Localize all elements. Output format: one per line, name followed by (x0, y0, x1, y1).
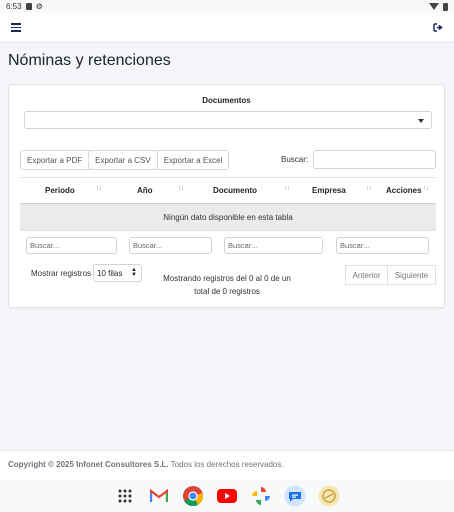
export-excel-button[interactable]: Exportar a Excel (156, 150, 230, 170)
gmail-icon[interactable] (148, 485, 170, 507)
documents-select[interactable] (24, 111, 432, 129)
copyright-text: Copyright © 2025 Infonet Consultores S.L… (8, 460, 169, 469)
youtube-icon[interactable] (216, 485, 238, 507)
wifi-icon (429, 3, 439, 10)
column-header-documento[interactable]: Documento (213, 186, 257, 195)
sort-icon[interactable]: ↑↓ (284, 185, 290, 192)
notification-icon (25, 3, 32, 10)
filter-documento-input[interactable]: Buscar... (224, 237, 323, 254)
column-header-acciones[interactable]: Acciones (386, 186, 422, 195)
sort-icon[interactable]: ↑↓ (96, 185, 102, 192)
search-input[interactable] (313, 150, 436, 169)
clock: 6:53 (6, 2, 22, 11)
chrome-icon[interactable] (182, 485, 204, 507)
messages-icon[interactable] (284, 485, 306, 507)
android-dock (0, 480, 454, 512)
show-rows-label: Mostrar registros (31, 269, 92, 278)
footer: Copyright © 2025 Infonet Consultores S.L… (0, 450, 454, 480)
dropdown-caret-icon (418, 119, 424, 123)
page-title: Nóminas y retenciones (8, 52, 171, 69)
rows-per-page-select[interactable]: 10 filas ▲ ▼ (93, 264, 142, 282)
menu-icon[interactable] (11, 23, 21, 32)
export-csv-button[interactable]: Exportar a CSV (88, 150, 158, 170)
settings-status-icon: ⚙ (35, 2, 43, 11)
sort-icon[interactable]: ↑↓ (423, 185, 429, 192)
export-button-group: Exportar a PDF Exportar a CSV Exportar a… (20, 150, 230, 170)
top-navbar (0, 13, 454, 43)
battery-icon (443, 2, 448, 11)
search-label: Buscar: (281, 155, 309, 164)
content-card: Documentos Exportar a PDF Exportar a CSV… (8, 84, 445, 308)
filter-periodo-input[interactable]: Buscar... (26, 237, 117, 254)
rights-text: Todos los derechos reservados. (170, 460, 284, 469)
column-header-empresa[interactable]: Empresa (312, 186, 346, 195)
select-arrows-icon: ▲ ▼ (131, 267, 137, 278)
filter-ano-input[interactable]: Buscar... (129, 237, 212, 254)
apps-grid-icon[interactable] (114, 485, 136, 507)
photos-icon[interactable] (250, 485, 272, 507)
logout-icon[interactable] (433, 19, 443, 37)
sort-icon[interactable]: ↑↓ (366, 185, 372, 192)
next-page-button[interactable]: Siguiente (387, 265, 436, 285)
export-pdf-button[interactable]: Exportar a PDF (20, 150, 90, 170)
sort-icon[interactable]: ↑↓ (178, 185, 184, 192)
column-header-ano[interactable]: Año (137, 186, 153, 195)
filter-empresa-input[interactable]: Buscar... (336, 237, 429, 254)
documents-label: Documentos (202, 96, 251, 105)
empty-table-message: Ningún dato disponible en esta tabla (20, 204, 436, 231)
pagination: Anterior Siguiente (345, 265, 436, 285)
records-info: Mostrando registros del 0 al 0 de un tot… (163, 274, 291, 296)
column-header-periodo[interactable]: Periodo (45, 186, 75, 195)
table-header: Periodo ↑↓ Año ↑↓ Documento ↑↓ Empresa ↑… (20, 177, 436, 204)
rows-per-page-value: 10 filas (97, 268, 123, 278)
app-icon[interactable] (318, 485, 340, 507)
previous-page-button[interactable]: Anterior (345, 265, 388, 285)
status-bar: 6:53 ⚙ (0, 0, 454, 13)
